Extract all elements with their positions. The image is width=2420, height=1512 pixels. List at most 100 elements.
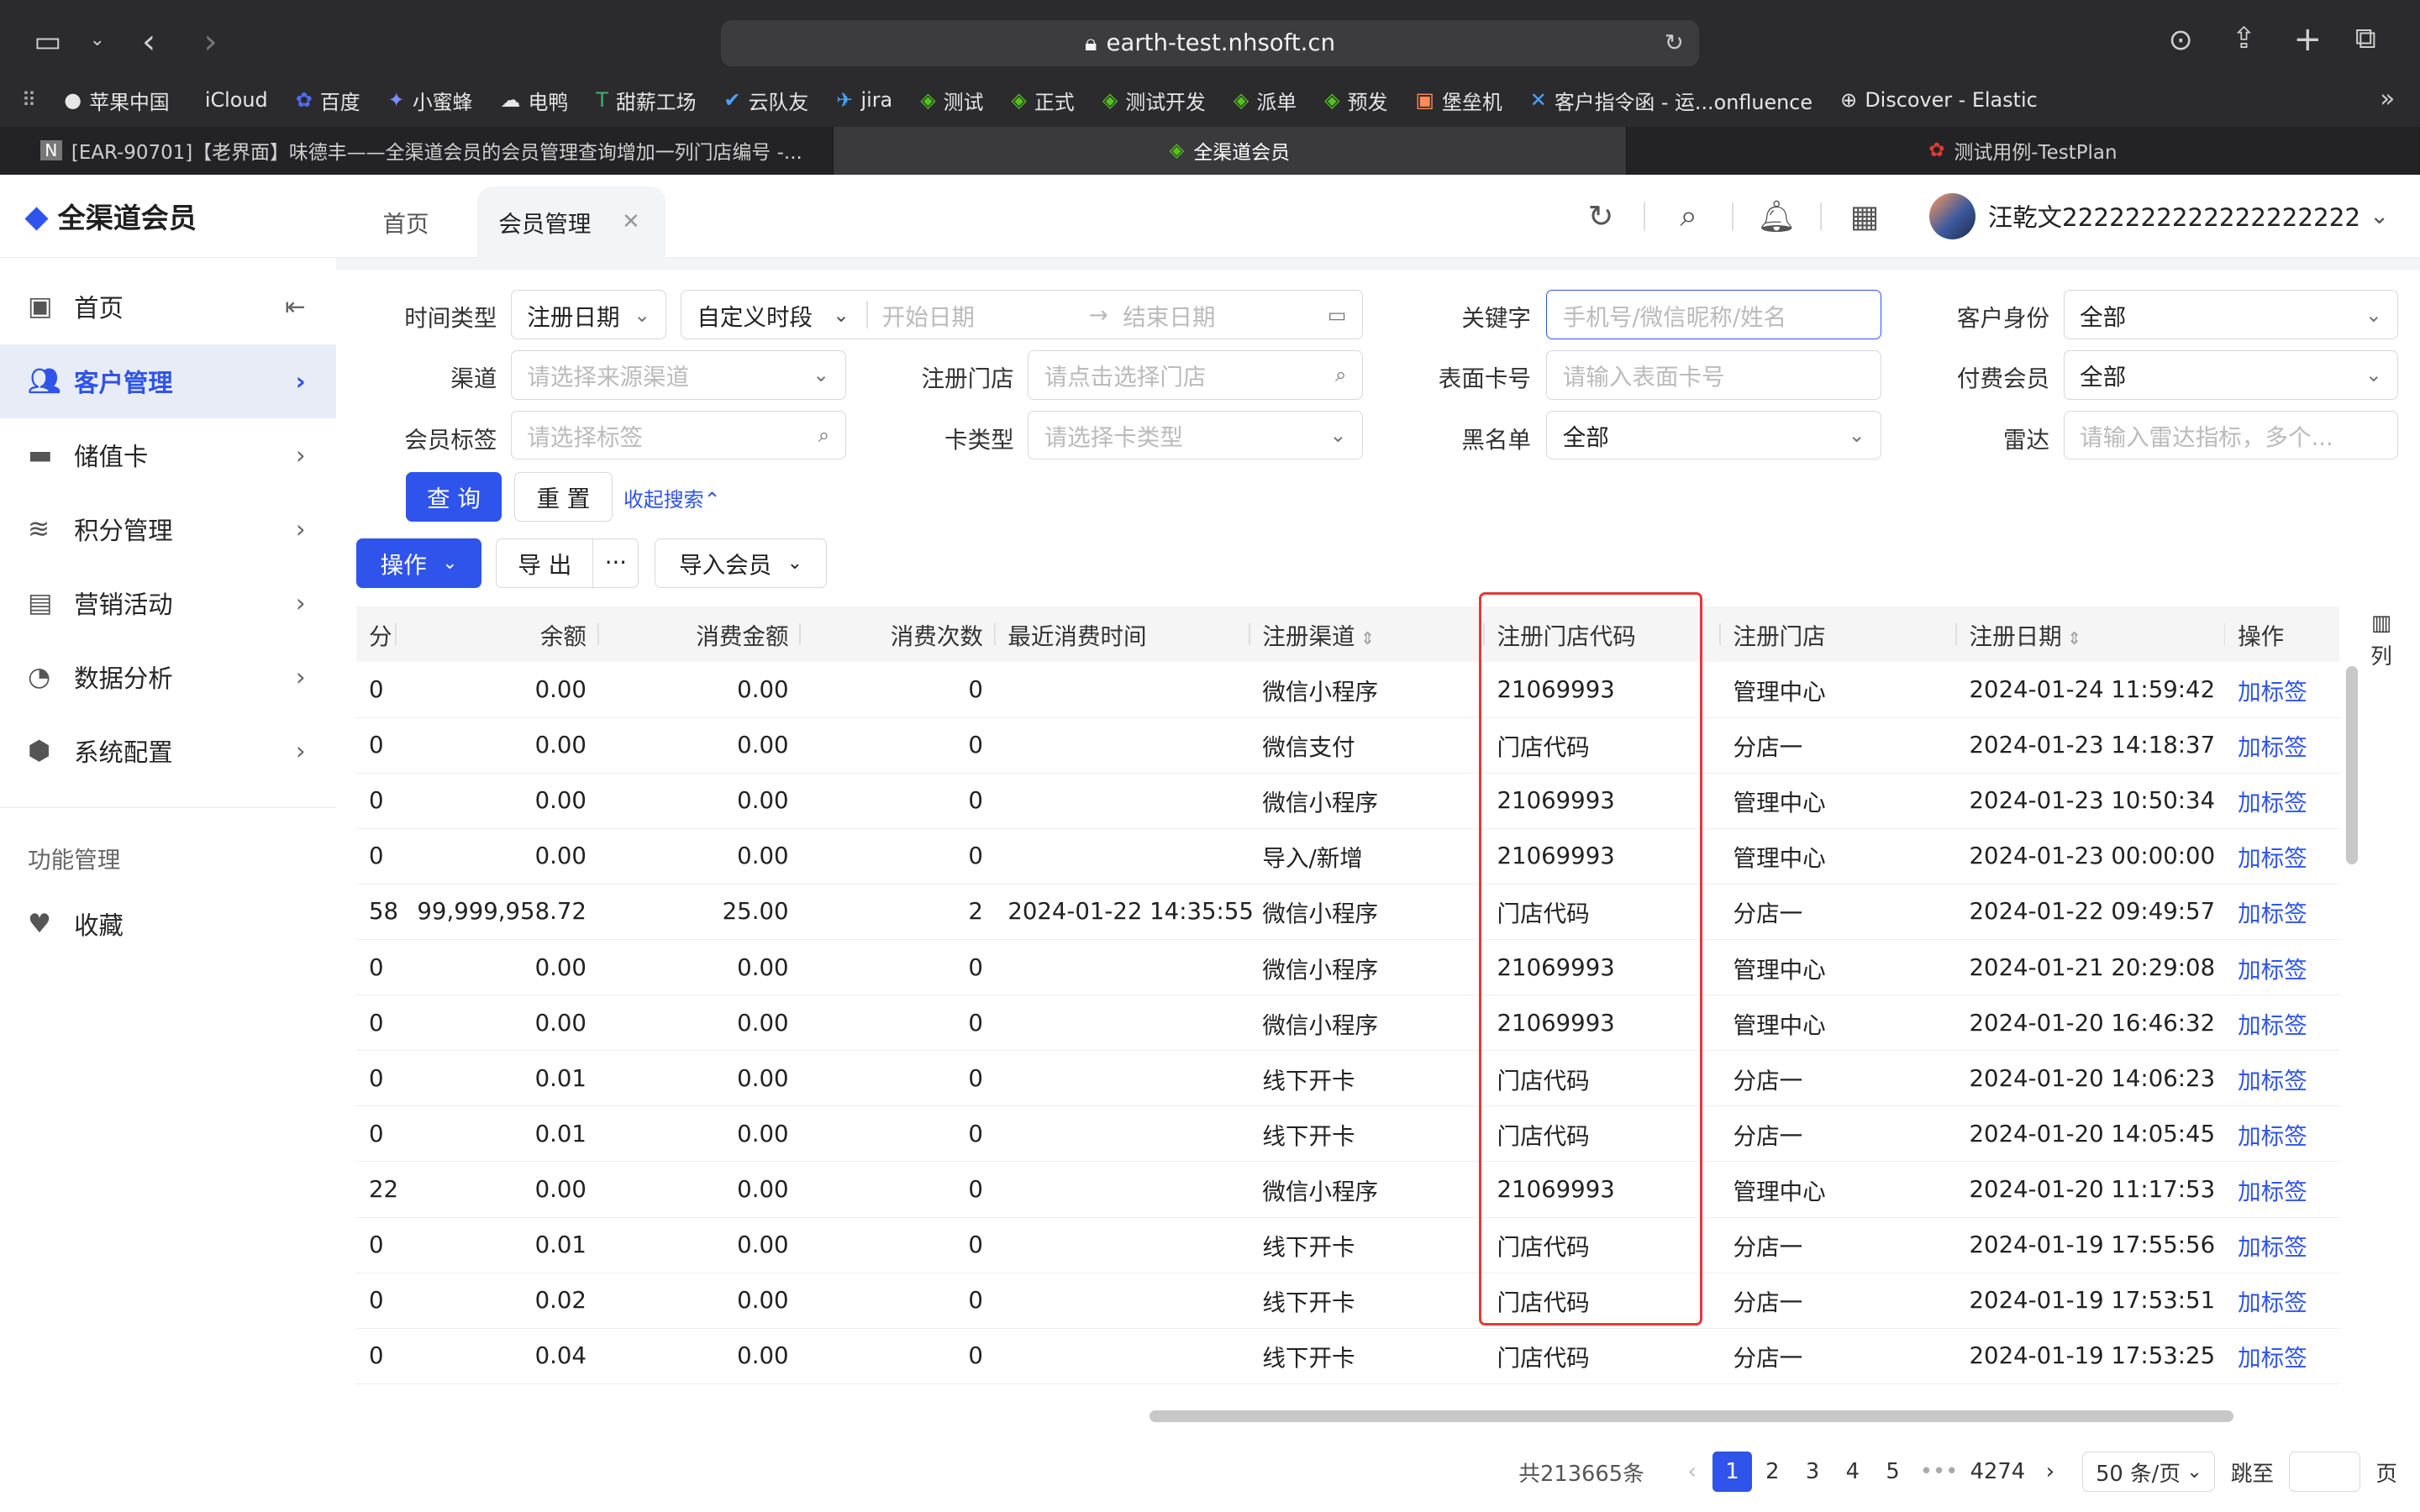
date-range-picker[interactable]: 自定义时段 ⌄ 开始日期 → 结束日期 ▭ — [680, 290, 1363, 340]
bookmark-item[interactable]: ✈ jira — [836, 88, 892, 112]
browser-tab-active[interactable]: ◈ 全渠道会员 — [833, 126, 1627, 175]
sort-icon[interactable]: ⇕ — [1355, 628, 1375, 648]
table-row[interactable]: 0 0.00 0.00 0 微信小程序 21069993 管理中心 2024-01-20 16… — [356, 995, 2340, 1052]
download-icon[interactable]: ⊙ — [2169, 26, 2193, 55]
search-icon[interactable]: ⌕ — [1645, 197, 1732, 234]
sort-icon[interactable]: ⇕ — [2062, 628, 2081, 648]
jump-input[interactable] — [2289, 1452, 2360, 1493]
blacklist-select[interactable]: 全部 ⌄ — [1546, 410, 1881, 460]
add-tag-link[interactable]: 加标签 — [2225, 884, 2340, 940]
add-tag-link[interactable]: 加标签 — [2225, 661, 2340, 718]
bookmark-item[interactable]: iCloud — [197, 88, 268, 112]
card-type-select[interactable]: 请选择卡类型 ⌄ — [1028, 410, 1363, 460]
table-row[interactable]: 0 0.01 0.00 0 线下开卡 门店代码 分店一 2024-01-20 14:06:23… — [356, 1050, 2340, 1107]
browser-tab[interactable]: N [EAR-90701]【老界面】味德丰——全渠道会员的会员管理查询增加一列门… — [0, 126, 834, 175]
sidebar-item-marketing[interactable]: ▤ 营销活动 › — [0, 566, 336, 640]
forward-icon[interactable]: › — [203, 24, 217, 58]
bookmark-item[interactable]: ✕ 客户指令函 - 运...onfluence — [1530, 86, 1812, 115]
table-row[interactable]: 0 0.01 0.00 0 线下开卡 门店代码 分店一 2024-01-20 14:05:45… — [356, 1105, 2340, 1163]
table-row[interactable]: 0 0.00 0.00 0 微信小程序 21069993 管理中心 2024-01-23 10… — [356, 773, 2340, 829]
table-row[interactable]: 0 0.00 0.00 0 微信支付 门店代码 分店一 2024-01-23 14:18:37… — [356, 717, 2340, 774]
add-tag-link[interactable]: 加标签 — [2225, 828, 2340, 885]
page-2[interactable]: 2 — [1752, 1452, 1792, 1492]
page-tab-home[interactable]: 首页 — [361, 186, 451, 257]
prev-page-icon[interactable]: ‹ — [1672, 1452, 1712, 1492]
bookmark-item[interactable]: T 甜薪工场 — [596, 86, 696, 115]
channel-select[interactable]: 请选择来源渠道 ⌄ — [510, 349, 846, 400]
bookmark-item[interactable]: ⊕ Discover - Elastic — [1840, 88, 2038, 112]
page-4[interactable]: 4 — [1833, 1452, 1873, 1492]
store-picker[interactable]: 请点击选择门店 ⌕ — [1028, 349, 1363, 400]
bell-icon[interactable]: 🔔︎ — [1733, 198, 1820, 234]
user-name[interactable]: 汪乾文2222222222222222222 — [1988, 198, 2360, 234]
bookmark-item[interactable]: ✔ 云队友 — [724, 86, 809, 115]
query-button[interactable]: 查 询 — [406, 472, 502, 522]
collapse-search-link[interactable]: 收起搜索⌃ — [623, 483, 720, 512]
add-tag-link[interactable]: 加标签 — [2225, 1050, 2340, 1107]
page-3[interactable]: 3 — [1792, 1452, 1833, 1492]
add-tag-link[interactable]: 加标签 — [2225, 1105, 2340, 1163]
sidebar-item-points[interactable]: ≋ 积分管理 › — [0, 492, 336, 566]
app-logo[interactable]: ◆ 全渠道会员 — [24, 196, 197, 236]
page-last[interactable]: 4274 — [1965, 1452, 2030, 1492]
bookmark-item[interactable]: ◈ 测试 — [920, 86, 983, 115]
bookmark-item[interactable]: ▣ 堡垒机 — [1415, 86, 1502, 115]
bookmark-item[interactable]: ✦ 小蜜蜂 — [388, 86, 473, 115]
add-tag-link[interactable]: 加标签 — [2225, 939, 2340, 996]
sidebar-item-home[interactable]: ▣ 首页 ⇤ — [0, 270, 336, 344]
start-date-input[interactable]: 开始日期 — [882, 298, 975, 332]
new-tab-icon[interactable]: + — [2293, 22, 2322, 55]
more-button[interactable]: ··· — [592, 538, 639, 588]
avatar[interactable] — [1929, 192, 1976, 239]
page-tab-members[interactable]: 会员管理 ✕ — [476, 186, 666, 258]
add-tag-link[interactable]: 加标签 — [2225, 1273, 2340, 1329]
table-row[interactable]: 22 0.00 0.00 0 微信小程序 21069993 管理中心 2024-01-20 1… — [356, 1161, 2340, 1218]
add-tag-link[interactable]: 加标签 — [2225, 995, 2340, 1052]
bookmark-item[interactable]: ◈ 测试开发 — [1102, 86, 1206, 115]
back-icon[interactable]: ‹ — [142, 24, 155, 58]
export-button[interactable]: 导 出 — [495, 538, 595, 588]
col-header-sortable[interactable]: 注册日期 ⇕ — [1956, 606, 2226, 662]
table-row[interactable]: 0 0.00 0.00 0 微信小程序 21069993 管理中心 2024-01-24 11… — [356, 661, 2340, 718]
end-date-input[interactable]: 结束日期 — [1123, 298, 1215, 332]
sidebar-toggle-icon[interactable]: ▭ — [34, 28, 61, 57]
browser-tab[interactable]: ✿ 测试用例-TestPlan — [1626, 126, 2420, 175]
bookmark-item[interactable]: ☁ 电鸭 — [500, 86, 568, 115]
identity-select[interactable]: 全部 ⌄ — [2063, 290, 2399, 340]
sidebar-item-stored-card[interactable]: ▬ 储值卡 › — [0, 418, 336, 492]
table-row[interactable]: 0 0.02 0.00 0 线下开卡 门店代码 分店一 2024-01-19 17:53:51… — [356, 1273, 2340, 1329]
col-header-sortable[interactable]: 注册渠道 ⇕ — [1249, 606, 1485, 662]
add-tag-link[interactable]: 加标签 — [2225, 1161, 2340, 1218]
more-bookmarks-icon[interactable]: » — [2380, 86, 2395, 111]
table-row[interactable]: 58 99,999,958.72 25.00 2 2024-01-22 14:35:55… — [356, 884, 2340, 940]
keyword-input[interactable]: 手机号/微信昵称/姓名 — [1546, 290, 1881, 340]
add-tag-link[interactable]: 加标签 — [2225, 1328, 2340, 1384]
sidebar-item-analytics[interactable]: ◔ 数据分析 › — [0, 640, 336, 714]
calendar-icon[interactable]: ▭ — [1328, 303, 1347, 327]
chevron-down-icon[interactable]: ⌄ — [90, 30, 105, 50]
tab-overview-icon[interactable]: ⧉ — [2355, 24, 2376, 54]
page-1[interactable]: 1 — [1712, 1452, 1753, 1493]
bookmark-item[interactable]: ● 苹果中国 — [64, 86, 169, 115]
page-ellipsis[interactable]: ••• — [1912, 1452, 1965, 1492]
table-row[interactable]: 0 0.04 0.00 0 线下开卡 门店代码 分店一 2024-01-19 17:53:25… — [356, 1328, 2340, 1384]
bookmark-item[interactable]: ✿ 百度 — [296, 86, 360, 115]
share-icon[interactable]: ⇪ — [2232, 24, 2256, 54]
import-members-button[interactable]: 导入会员 ⌄ — [654, 538, 828, 588]
reload-icon[interactable]: ↻ — [1665, 29, 1684, 56]
horizontal-scrollbar[interactable] — [1150, 1410, 2233, 1423]
chevron-down-icon[interactable]: ⌄ — [2370, 202, 2389, 229]
collapse-sidebar-icon[interactable]: ⇤ — [285, 292, 306, 321]
add-tag-link[interactable]: 加标签 — [2225, 1217, 2340, 1273]
vertical-scrollbar[interactable] — [2345, 666, 2359, 864]
time-type-select[interactable]: 注册日期 ⌄ — [510, 290, 667, 340]
tag-picker[interactable]: 请选择标签 ⌕ — [510, 410, 846, 460]
address-bar[interactable]: 🔒︎ earth-test.nhsoft.cn ↻ — [720, 19, 1700, 66]
table-row[interactable]: 0 0.01 0.00 0 线下开卡 门店代码 分店一 2024-01-19 17:55:56… — [356, 1217, 2340, 1273]
bookmark-item[interactable]: ◈ 预发 — [1324, 86, 1387, 115]
close-icon[interactable]: ✕ — [622, 209, 640, 234]
reset-button[interactable]: 重 置 — [513, 472, 613, 522]
apps-grid-icon[interactable]: ⠿ — [22, 88, 36, 112]
sidebar-item-settings[interactable]: ⬢ 系统配置 › — [0, 714, 336, 788]
add-tag-link[interactable]: 加标签 — [2225, 717, 2340, 774]
